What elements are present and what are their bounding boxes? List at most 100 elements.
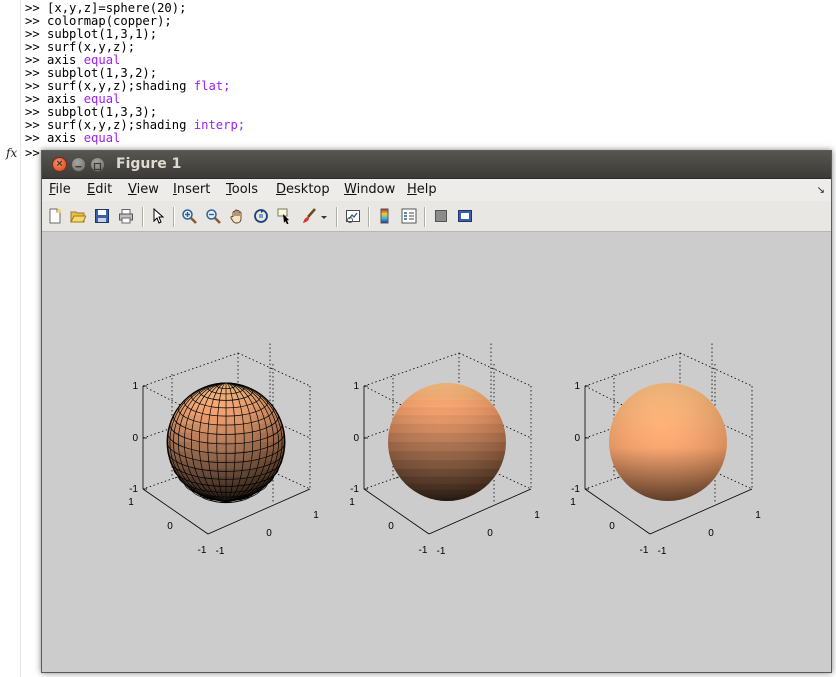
menu-view[interactable]: View <box>128 182 159 197</box>
data-cursor-icon[interactable] <box>277 208 293 224</box>
print-icon[interactable] <box>118 208 134 224</box>
minimize-window-button[interactable] <box>71 157 86 172</box>
x-tick-label: 0 <box>708 528 714 539</box>
y-tick-label: 1 <box>570 497 576 508</box>
grid-line <box>584 352 681 387</box>
line-code: colormap(copper); <box>47 14 172 28</box>
hide-plot-tools-icon[interactable] <box>433 208 449 224</box>
line-prompt: >> <box>25 40 48 54</box>
new-figure-icon[interactable] <box>47 208 63 224</box>
line-code: axis <box>47 131 84 145</box>
maximize-window-button[interactable] <box>90 157 105 172</box>
line-keyword: flat; <box>193 79 231 93</box>
line-keyword: equal <box>83 53 121 67</box>
grid-line <box>679 352 753 387</box>
brush-dropdown-icon[interactable] <box>320 208 328 224</box>
z-tick-label: 1 <box>353 381 359 392</box>
minimize-icon <box>75 166 82 168</box>
x-tick-label: 0 <box>487 528 493 539</box>
line-prompt: >> <box>25 53 48 67</box>
open-file-icon[interactable] <box>70 208 86 224</box>
grid-line <box>363 352 460 387</box>
line-code: subplot(1,3,3); <box>47 105 158 119</box>
line-prompt: >> <box>25 14 48 28</box>
link-plot-icon[interactable] <box>345 208 361 224</box>
toolbar-separator <box>142 207 144 227</box>
line-prompt: >> <box>25 118 48 132</box>
x-tick-label: 0 <box>266 528 272 539</box>
window-title: Figure 1 <box>116 156 182 172</box>
line-prompt: >> <box>25 1 48 15</box>
menu-window[interactable]: Window <box>344 182 395 197</box>
z-tick-label: 0 <box>132 433 138 444</box>
y-tick-label: 0 <box>609 521 615 532</box>
y-tick-label: -1 <box>640 545 649 556</box>
toolbar-separator <box>173 207 175 227</box>
menu-edit[interactable]: Edit <box>87 182 112 197</box>
line-keyword: equal <box>83 92 121 106</box>
zoom-in-icon[interactable] <box>181 208 197 224</box>
grid-line <box>237 352 311 387</box>
z-tick-label: 0 <box>353 433 359 444</box>
zoom-out-icon[interactable] <box>205 208 221 224</box>
legend-icon[interactable] <box>401 208 417 224</box>
y-tick-label: -1 <box>419 545 428 556</box>
x-tick-label: -1 <box>437 546 446 557</box>
line-code: surf(x,y,z); <box>47 40 136 54</box>
menu-overflow-icon[interactable]: ↘ <box>817 185 825 196</box>
close-window-button[interactable]: × <box>52 157 67 172</box>
subplot-3: -1 0 1 1 0 -1 -1 0 1 <box>570 341 761 557</box>
command-prompt[interactable]: >> <box>25 146 40 160</box>
line-prompt: >> <box>25 105 48 119</box>
line-prompt: >> <box>25 92 48 106</box>
subplot-2: -1 0 1 1 0 -1 -1 0 1 <box>349 341 540 557</box>
line-code: surf(x,y,z);shading <box>47 118 194 132</box>
line-keyword: equal <box>83 131 121 145</box>
menu-bar: File Edit View Insert Tools Desktop Window Help… <box>42 179 831 201</box>
z-tick-label: -1 <box>350 484 359 495</box>
menu-insert[interactable]: Insert <box>173 182 210 197</box>
line-keyword: interp; <box>193 118 246 132</box>
toolbar-separator <box>336 207 338 227</box>
rotate-3d-icon[interactable] <box>253 208 269 224</box>
menu-help[interactable]: Help <box>407 182 437 197</box>
menu-desktop[interactable]: Desktop <box>276 182 330 197</box>
z-tick-label: 1 <box>574 381 580 392</box>
toolbar-separator <box>424 207 426 227</box>
x-tick-label: -1 <box>658 546 667 557</box>
command-window-gutter <box>0 0 21 677</box>
fx-icon[interactable]: fx <box>6 146 17 160</box>
figure-plot-area: -1 0 1 1 0 -1 -1 0 1 -1 0 1 1 0 -1 -1 0 1 -1 0 1 1 0 -1 -1 0 1 <box>42 233 831 672</box>
sphere-shade <box>388 383 506 501</box>
pointer-icon[interactable] <box>150 208 166 224</box>
close-icon: × <box>55 159 64 169</box>
y-tick-label: 1 <box>128 497 134 508</box>
x-tick-label: -1 <box>216 546 225 557</box>
y-tick-label: 0 <box>388 521 394 532</box>
command-line: >> axis equal <box>25 132 120 145</box>
brush-icon[interactable] <box>301 208 317 224</box>
maximize-icon <box>93 162 102 171</box>
y-tick-label: 0 <box>167 521 173 532</box>
x-tick-label: 1 <box>755 510 761 521</box>
subplot-1: -1 0 1 1 0 -1 -1 0 1 <box>128 341 319 557</box>
menu-tools[interactable]: Tools <box>226 182 258 197</box>
show-plot-tools-icon[interactable] <box>457 208 473 224</box>
x-tick-label: 1 <box>313 510 319 521</box>
toolbar-separator <box>368 207 370 227</box>
line-code: surf(x,y,z);shading <box>47 79 194 93</box>
z-tick-label: -1 <box>571 484 580 495</box>
save-icon[interactable] <box>94 208 110 224</box>
z-tick-label: 1 <box>132 381 138 392</box>
figure-titlebar[interactable]: × Figure 1 <box>42 151 831 179</box>
line-prompt: >> <box>25 131 48 145</box>
line-code: axis <box>47 53 84 67</box>
line-prompt: >> <box>25 66 48 80</box>
menu-file[interactable]: File <box>49 182 71 197</box>
figure-toolbar <box>42 201 831 232</box>
colorbar-icon[interactable] <box>377 208 393 224</box>
line-code: subplot(1,3,2); <box>47 66 158 80</box>
figure-window[interactable]: × Figure 1 File Edit View Insert Tools Deskto… <box>41 150 832 673</box>
line-prompt: >> <box>25 27 48 41</box>
pan-hand-icon[interactable] <box>229 208 245 224</box>
